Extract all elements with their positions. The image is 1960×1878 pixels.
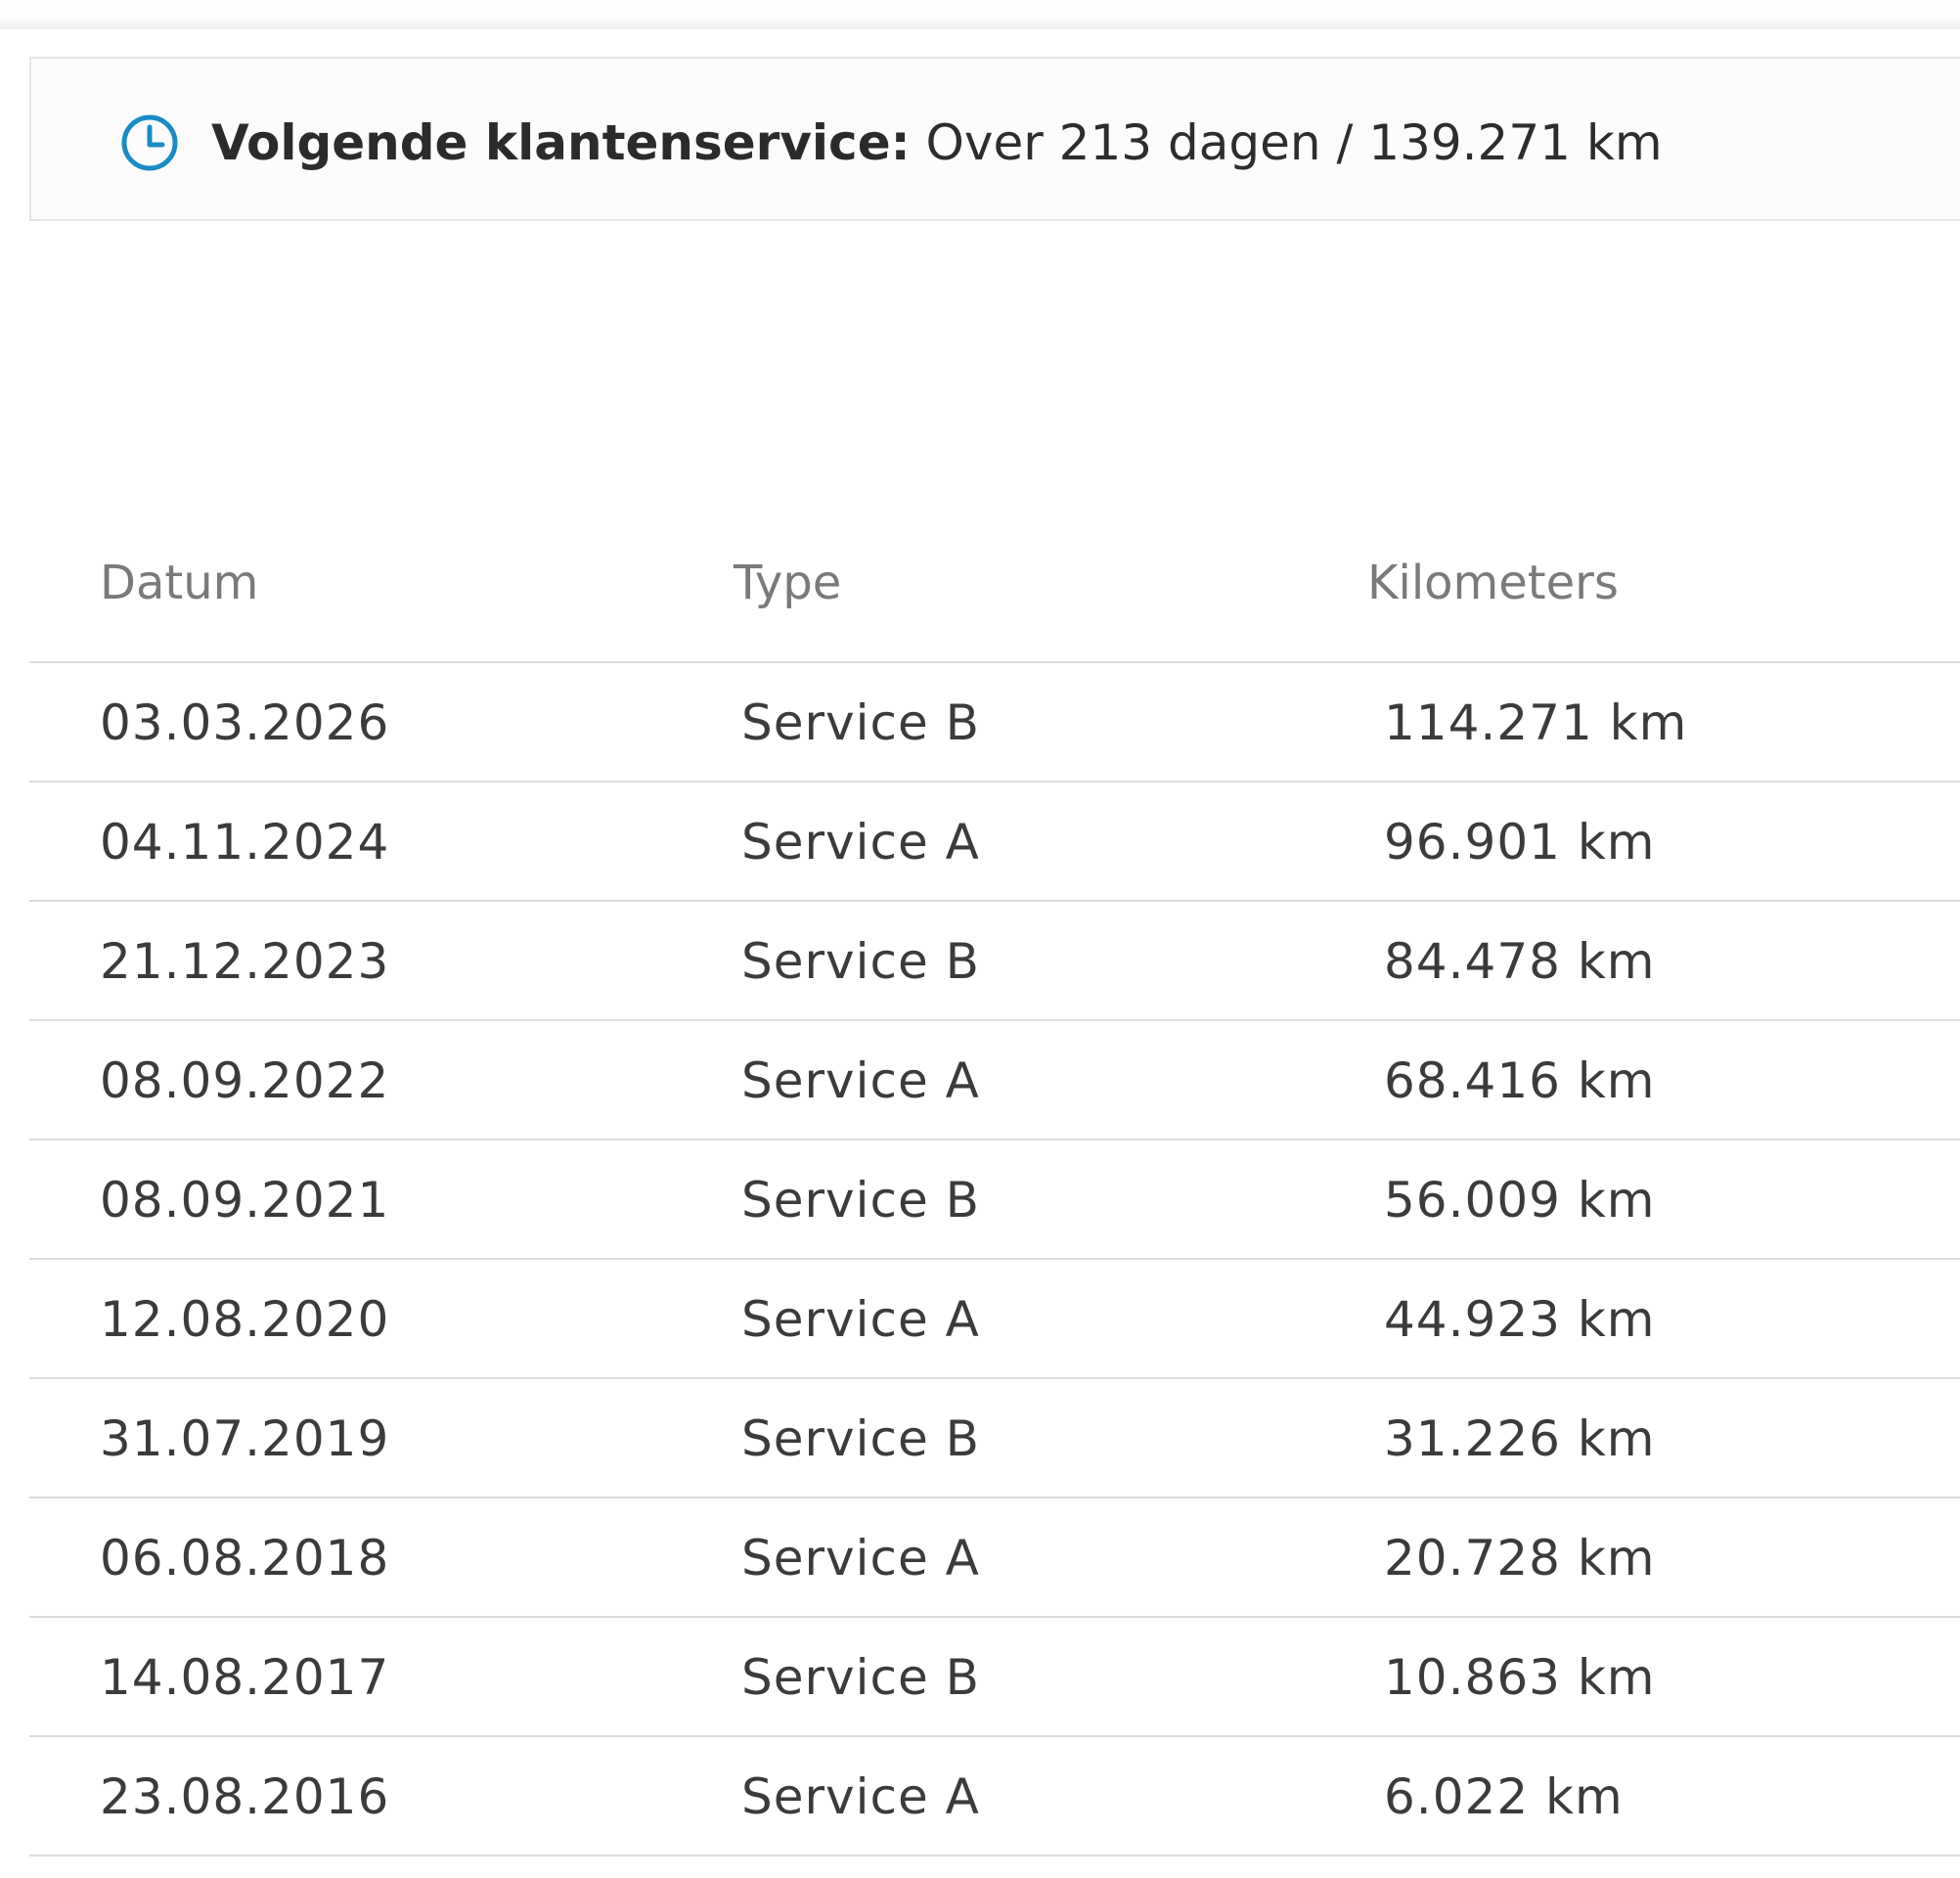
table-row: 31.07.2019 Service B 31.226 km <box>29 1379 1960 1498</box>
table-header: Datum Type Kilometers <box>29 528 1960 663</box>
cell-type: Service A <box>741 1291 980 1348</box>
cell-date: 23.08.2016 <box>100 1768 390 1825</box>
table-row: 08.09.2021 Service B 56.009 km <box>29 1140 1960 1260</box>
cell-type: Service B <box>741 1649 980 1706</box>
cell-kilometers: 114.271 km <box>1384 694 1688 751</box>
cell-type: Service B <box>741 694 980 751</box>
table-row: 08.09.2022 Service A 68.416 km <box>29 1021 1960 1140</box>
cell-date: 14.08.2017 <box>100 1649 390 1706</box>
table-row: 06.08.2018 Service A 20.728 km <box>29 1498 1960 1618</box>
cell-kilometers: 44.923 km <box>1384 1291 1656 1348</box>
cell-date: 03.03.2026 <box>100 694 390 751</box>
service-history-table: Datum Type Kilometers 03.03.2026 Service… <box>29 528 1960 1856</box>
column-header-type[interactable]: Type <box>734 556 841 610</box>
table-row: 03.03.2026 Service B 114.271 km <box>29 663 1960 782</box>
cell-date: 08.09.2022 <box>100 1052 390 1109</box>
cell-kilometers: 84.478 km <box>1384 933 1656 990</box>
cell-kilometers: 56.009 km <box>1384 1172 1656 1229</box>
cell-kilometers: 6.022 km <box>1384 1768 1624 1825</box>
column-header-date[interactable]: Datum <box>100 556 258 610</box>
cell-kilometers: 31.226 km <box>1384 1410 1656 1467</box>
next-service-value: Over 213 dagen / 139.271 km <box>925 114 1663 171</box>
cell-type: Service A <box>741 814 980 871</box>
next-service-text: Volgende klantenservice: Over 213 dagen … <box>211 113 1663 172</box>
cell-kilometers: 96.901 km <box>1384 814 1656 871</box>
table-row: 12.08.2020 Service A 44.923 km <box>29 1260 1960 1379</box>
cell-type: Service B <box>741 933 980 990</box>
cell-type: Service A <box>741 1052 980 1109</box>
cell-type: Service A <box>741 1530 980 1587</box>
table-row: 14.08.2017 Service B 10.863 km <box>29 1618 1960 1737</box>
cell-kilometers: 20.728 km <box>1384 1530 1656 1587</box>
cell-date: 08.09.2021 <box>100 1172 390 1229</box>
table-row: 21.12.2023 Service B 84.478 km <box>29 902 1960 1021</box>
cell-type: Service B <box>741 1172 980 1229</box>
cell-type: Service A <box>741 1768 980 1825</box>
top-divider <box>0 0 1960 29</box>
next-service-label: Volgende klantenservice: <box>211 114 911 171</box>
cell-date: 04.11.2024 <box>100 814 390 871</box>
cell-kilometers: 10.863 km <box>1384 1649 1656 1706</box>
column-header-kilometers[interactable]: Kilometers <box>1367 556 1619 610</box>
next-service-banner: Volgende klantenservice: Over 213 dagen … <box>29 57 1960 221</box>
cell-date: 31.07.2019 <box>100 1410 390 1467</box>
table-row: 23.08.2016 Service A 6.022 km <box>29 1737 1960 1856</box>
table-row: 04.11.2024 Service A 96.901 km <box>29 782 1960 902</box>
cell-kilometers: 68.416 km <box>1384 1052 1656 1109</box>
cell-type: Service B <box>741 1410 980 1467</box>
clock-icon <box>119 112 180 173</box>
cell-date: 12.08.2020 <box>100 1291 390 1348</box>
cell-date: 06.08.2018 <box>100 1530 390 1587</box>
cell-date: 21.12.2023 <box>100 933 390 990</box>
